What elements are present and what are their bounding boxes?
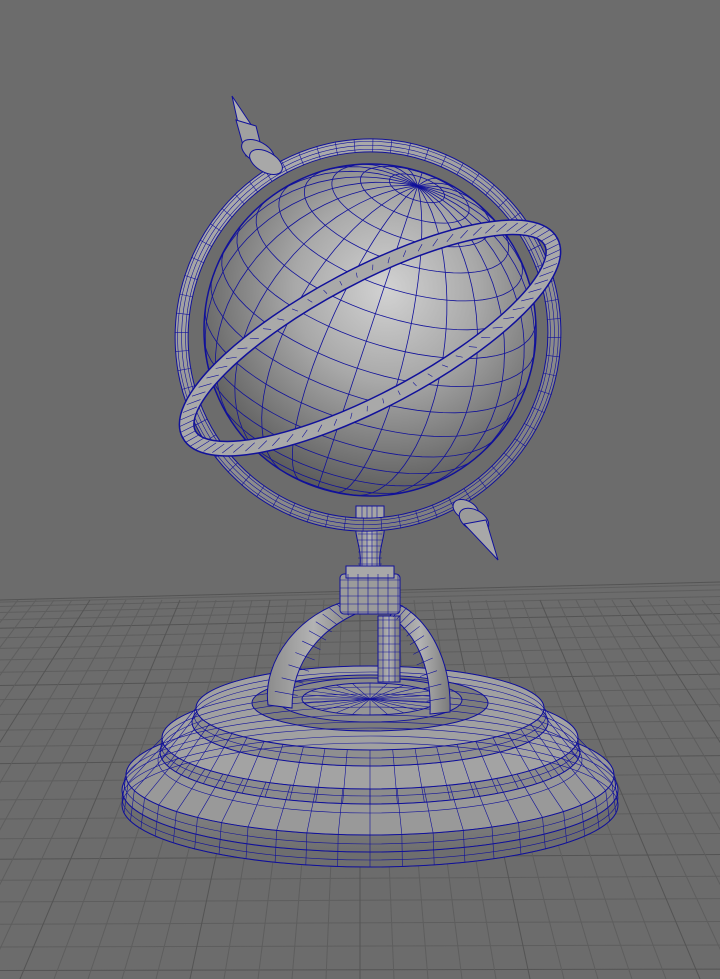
viewport-scene[interactable] (0, 0, 720, 979)
perspective-viewport[interactable] (0, 0, 720, 979)
globe-mesh[interactable] (121, 92, 619, 868)
bottom-finial (452, 499, 499, 561)
top-finial (231, 95, 283, 175)
